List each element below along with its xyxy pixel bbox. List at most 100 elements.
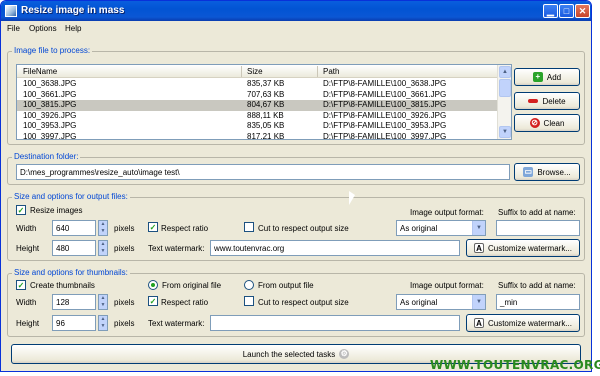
delete-label: Delete [542,96,566,106]
height-label: Height [16,244,40,253]
thumbnail-options-legend: Size and options for thumbnails: [12,268,130,277]
menu-file[interactable]: File [7,24,20,33]
row-path: D:\FTP\8-FAMILLE\100_3953.JPG [323,121,447,130]
row-path: D:\FTP\8-FAMILLE\100_3661.JPG [323,89,447,99]
thumb-height-label: Height [16,319,40,328]
thumb-cut-checkbox[interactable] [244,296,254,306]
minus-icon [528,99,539,103]
title-bar[interactable]: Resize image in mass ▁ □ ✕ [1,1,591,21]
resize-images-label: Resize images [30,206,83,215]
plus-icon: + [532,72,543,82]
row-path: D:\FTP\8-FAMILLE\100_3815.JPG [323,100,447,109]
width-unit: pixels [114,224,135,233]
respect-ratio-checkbox[interactable]: ✓ [148,222,158,232]
from-original-label: From original file [162,281,222,290]
thumb-suffix-label: Suffix to add at name: [498,281,576,290]
table-row[interactable]: 100_3926.JPG 888,11 KB D:\FTP\8-FAMILLE\… [17,111,497,122]
menu-options[interactable]: Options [29,24,57,33]
browse-button[interactable]: ▭ Browse... [514,163,580,181]
output-format-select[interactable]: As original ▼ [396,220,486,236]
from-original-radio[interactable] [148,280,158,290]
table-row[interactable]: 100_3638.JPG 835,37 KB D:\FTP\8-FAMILLE\… [17,79,497,90]
clean-button[interactable]: ⊘ Clean [514,114,580,132]
column-size[interactable]: Size [247,67,263,76]
launch-tasks-label: Launch the selected tasks [242,349,336,359]
chevron-down-icon[interactable]: ▼ [472,221,485,235]
thumb-respect-ratio-checkbox[interactable]: ✓ [148,296,158,306]
table-row-selected[interactable]: 100_3815.JPG 804,67 KB D:\FTP\8-FAMILLE\… [17,100,497,111]
thumb-suffix-input[interactable]: _min [496,294,580,310]
table-row[interactable]: 100_3661.JPG 707,63 KB D:\FTP\8-FAMILLE\… [17,90,497,101]
row-filename: 100_3926.JPG [23,110,77,120]
format-label: Image output format: [410,208,484,217]
thumb-customize-watermark-label: Customize watermark... [487,318,573,328]
output-options-group: Size and options for output files: ✓ Res… [7,192,585,261]
height-spinner[interactable]: ▲ ▼ [98,240,108,256]
image-file-list[interactable]: FileName Size Path 100_3638.JPG 835,37 K… [16,64,512,140]
row-size: 835,05 KB [247,121,285,130]
window-title: Resize image in mass [21,5,125,16]
list-scrollbar[interactable]: ▲ ▼ [497,65,511,139]
table-row[interactable]: 100_3997.JPG 817,21 KB D:\FTP\8-FAMILLE\… [17,131,497,140]
output-options-legend: Size and options for output files: [12,192,130,201]
respect-ratio-label: Respect ratio [161,224,209,233]
app-window: Resize image in mass ▁ □ ✕ File Options … [0,0,592,372]
menu-bar: File Options Help [1,21,591,37]
width-input[interactable]: 640 [52,220,96,236]
create-thumbnails-label: Create thumbnails [30,281,95,290]
thumb-height-spinner[interactable]: ▲ ▼ [98,315,108,331]
height-unit: pixels [114,244,135,253]
cut-output-label: Cut to respect output size [258,224,349,233]
app-icon [5,5,17,17]
table-row[interactable]: 100_3953.JPG 835,05 KB D:\FTP\8-FAMILLE\… [17,121,497,132]
column-path[interactable]: Path [323,67,339,76]
delete-button[interactable]: Delete [514,92,580,110]
destination-path-field[interactable]: D:\mes_programmes\resize_auto\image test… [16,164,510,180]
image-files-group: Image file to process: FileName Size Pat… [7,46,585,145]
folder-icon: ▭ [523,167,534,177]
row-path: D:\FTP\8-FAMILLE\100_3638.JPG [323,79,447,88]
thumb-watermark-label: Text watermark: [148,319,205,328]
menu-help[interactable]: Help [65,24,81,33]
thumb-height-input[interactable]: 96 [52,315,96,331]
row-size: 804,67 KB [247,100,285,109]
maximize-button[interactable]: □ [559,4,574,18]
resize-images-checkbox[interactable]: ✓ [16,205,26,215]
cut-output-checkbox[interactable] [244,222,254,232]
output-format-value: As original [400,224,438,233]
create-thumbnails-checkbox[interactable]: ✓ [16,280,26,290]
thumb-watermark-input[interactable] [210,315,460,331]
width-spinner[interactable]: ▲ ▼ [98,220,108,236]
scroll-down-icon[interactable]: ▼ [499,126,511,138]
customize-watermark-button[interactable]: A Customize watermark... [466,239,580,257]
add-label: Add [546,72,562,82]
close-button[interactable]: ✕ [575,4,590,18]
column-filename[interactable]: FileName [23,67,57,76]
scroll-up-icon[interactable]: ▲ [499,66,511,78]
from-output-label: From output file [258,281,314,290]
scroll-thumb[interactable] [499,79,511,97]
font-icon: A [473,243,484,253]
site-watermark: WWW.TOUTENVRAC.ORG [430,358,600,372]
font-icon: A [473,318,484,328]
from-output-radio[interactable] [244,280,254,290]
add-button[interactable]: + Add [514,68,580,86]
customize-watermark-label: Customize watermark... [487,243,573,253]
gear-icon: ⚙ [339,349,350,359]
row-filename: 100_3953.JPG [23,121,77,130]
thumb-height-unit: pixels [114,319,135,328]
thumb-width-spinner[interactable]: ▲ ▼ [98,294,108,310]
chevron-down-icon[interactable]: ▼ [472,295,485,309]
minimize-button[interactable]: ▁ [543,4,558,18]
watermark-input[interactable]: www.toutenvrac.org [210,240,460,256]
thumb-cut-label: Cut to respect output size [258,298,349,307]
thumb-customize-watermark-button[interactable]: A Customize watermark... [466,314,580,332]
row-path: D:\FTP\8-FAMILLE\100_3997.JPG [323,131,447,140]
list-header: FileName Size Path [17,65,497,78]
thumb-format-select[interactable]: As original ▼ [396,294,486,310]
thumb-width-input[interactable]: 128 [52,294,96,310]
height-input[interactable]: 480 [52,240,96,256]
thumbnail-options-group: Size and options for thumbnails: ✓ Creat… [7,268,585,337]
suffix-input[interactable] [496,220,580,236]
mouse-cursor-icon [349,191,355,205]
